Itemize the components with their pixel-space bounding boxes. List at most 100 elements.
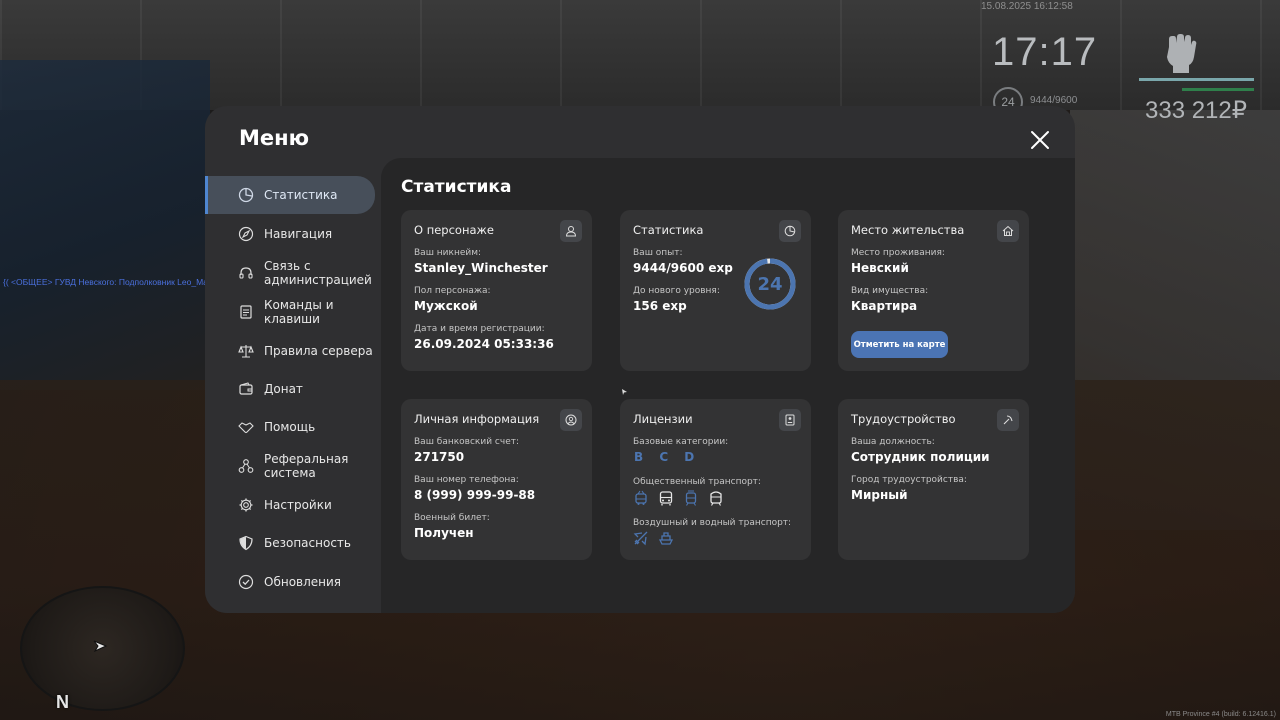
sidebar-item-label: Настройки (264, 498, 332, 512)
tram-icon (685, 490, 697, 506)
gender-label: Пол персонажа: (414, 286, 491, 296)
place-label: Место проживания: (851, 248, 945, 258)
document-icon (240, 305, 252, 319)
card-character: О персонаже Ваш никнейм: Stanley_Winches… (401, 210, 592, 371)
air-water-icons (633, 530, 674, 546)
property-label: Вид имущества: (851, 286, 929, 296)
user-circle-icon (565, 414, 577, 426)
close-icon[interactable] (1029, 129, 1051, 151)
sidebar-item-label: Реферальная система (264, 452, 349, 480)
military-value: Получен (414, 526, 474, 540)
next-level-label: До нового уровня: (633, 286, 720, 296)
nickname-label: Ваш никнейм: (414, 248, 482, 258)
hud-money: 333 212₽ (1145, 97, 1248, 124)
registration-value: 26.09.2024 05:33:36 (414, 337, 554, 351)
phone-label: Ваш номер телефона: (414, 475, 519, 485)
metro-icon (710, 491, 722, 506)
bank-value: 271750 (414, 450, 465, 464)
pie-chart-icon (238, 187, 254, 203)
sidebar-item-statistics[interactable]: Статистика (205, 176, 375, 214)
scales-icon (238, 345, 254, 358)
section-title: Статистика (401, 177, 512, 197)
sidebar-item-admin-contact[interactable]: Связь с администрацией (205, 254, 375, 292)
hud-armor-bar (1182, 88, 1254, 91)
check-circle-icon (238, 574, 254, 590)
pickaxe-icon (1003, 415, 1013, 425)
sidebar-item-label: Навигация (264, 227, 333, 241)
position-value: Сотрудник полиции (851, 450, 990, 464)
handshake-icon (238, 422, 254, 434)
sidebar-item-referral[interactable]: Реферальная система (205, 447, 375, 485)
public-transport-icons (633, 490, 724, 506)
next-level-value: 156 exp (633, 299, 687, 313)
sidebar-item-donate[interactable]: Донат (205, 370, 375, 408)
hud-exp: 9444/9600 (1030, 95, 1078, 106)
network-icon (238, 459, 254, 473)
bus-icon (659, 491, 673, 506)
sidebar-item-label: Обновления (264, 575, 342, 589)
hud-datetime: 15.08.2025 16:12:58 (981, 1, 1073, 12)
headset-icon (239, 267, 253, 279)
card-licenses: Лицензии Базовые категории: B C D Общест… (620, 399, 811, 560)
sidebar-item-label: Донат (264, 382, 303, 396)
sidebar-item-navigation[interactable]: Навигация (205, 215, 375, 253)
position-label: Ваша должность: (851, 437, 935, 447)
card-residence: Место жительства Место проживания: Невск… (838, 210, 1029, 371)
pie-chart-icon (784, 225, 796, 237)
card-icon-box (560, 409, 582, 431)
ship-icon (658, 532, 674, 545)
level-value: 24 (757, 273, 783, 295)
menu-window: Меню Статистика Навигация Связь с админи… (205, 106, 1075, 613)
content-panel: Статистика О персонаже Ваш никнейм: Stan… (381, 158, 1075, 613)
sidebar-item-updates[interactable]: Обновления (205, 563, 375, 601)
sidebar-item-label: Статистика (264, 188, 338, 202)
hud-health-bar (1139, 78, 1254, 81)
exp-label: Ваш опыт: (633, 248, 683, 258)
sidebar-item-label: Правила сервера (264, 344, 373, 358)
menu-title: Меню (239, 126, 310, 150)
registration-label: Дата и время регистрации: (414, 324, 545, 334)
card-title: Личная информация (414, 412, 540, 426)
wallet-icon (239, 382, 253, 395)
card-title: О персонаже (414, 223, 494, 237)
fist-icon (1167, 34, 1197, 73)
card-title: Трудоустройство (851, 412, 956, 426)
minimap-north: N (56, 692, 69, 712)
card-employment: Трудоустройство Ваша должность: Сотрудни… (838, 399, 1029, 560)
military-label: Военный билет: (414, 513, 490, 523)
mark-on-map-button[interactable]: Отметить на карте (851, 331, 948, 358)
mouse-cursor-icon (622, 389, 627, 395)
sidebar: Статистика Навигация Связь с администрац… (205, 176, 381, 613)
gear-icon (239, 498, 253, 512)
card-icon-box (779, 409, 801, 431)
card-icon-box (779, 220, 801, 242)
shield-icon (239, 535, 253, 551)
sidebar-item-label: Связь с администрацией (264, 259, 372, 287)
bank-label: Ваш банковский счет: (414, 437, 520, 447)
sidebar-item-settings[interactable]: Настройки (205, 486, 375, 524)
sidebar-item-security[interactable]: Безопасность (205, 524, 375, 562)
id-card-icon (785, 414, 795, 426)
compass-icon (238, 226, 254, 242)
phone-value: 8 (999) 999-99-88 (414, 488, 536, 502)
card-icon-box (997, 409, 1019, 431)
air-water-label: Воздушный и водный транспорт: (633, 518, 792, 528)
sidebar-item-rules[interactable]: Правила сервера (205, 332, 375, 370)
user-icon (565, 226, 577, 237)
game-wall-left (0, 60, 210, 390)
sidebar-item-label: Безопасность (264, 536, 351, 550)
card-title: Место жительства (851, 223, 965, 237)
exp-value: 9444/9600 exp (633, 261, 733, 275)
build-info: MTB Province #4 (build: 6.12416.1) (1165, 711, 1276, 718)
card-icon-box (997, 220, 1019, 242)
place-value: Невский (851, 261, 909, 275)
sidebar-item-label: Помощь (264, 420, 316, 434)
card-icon-box (560, 220, 582, 242)
sidebar-item-help[interactable]: Помощь (205, 408, 375, 446)
map-marker-icon (93, 640, 108, 653)
sidebar-item-commands[interactable]: Команды и клавиши (205, 293, 375, 331)
base-categories-value: B C D (634, 450, 701, 464)
card-title: Статистика (633, 223, 704, 237)
work-city-label: Город трудоустройства: (851, 475, 967, 485)
card-stats: Статистика Ваш опыт: 9444/9600 exp До но… (620, 210, 811, 371)
